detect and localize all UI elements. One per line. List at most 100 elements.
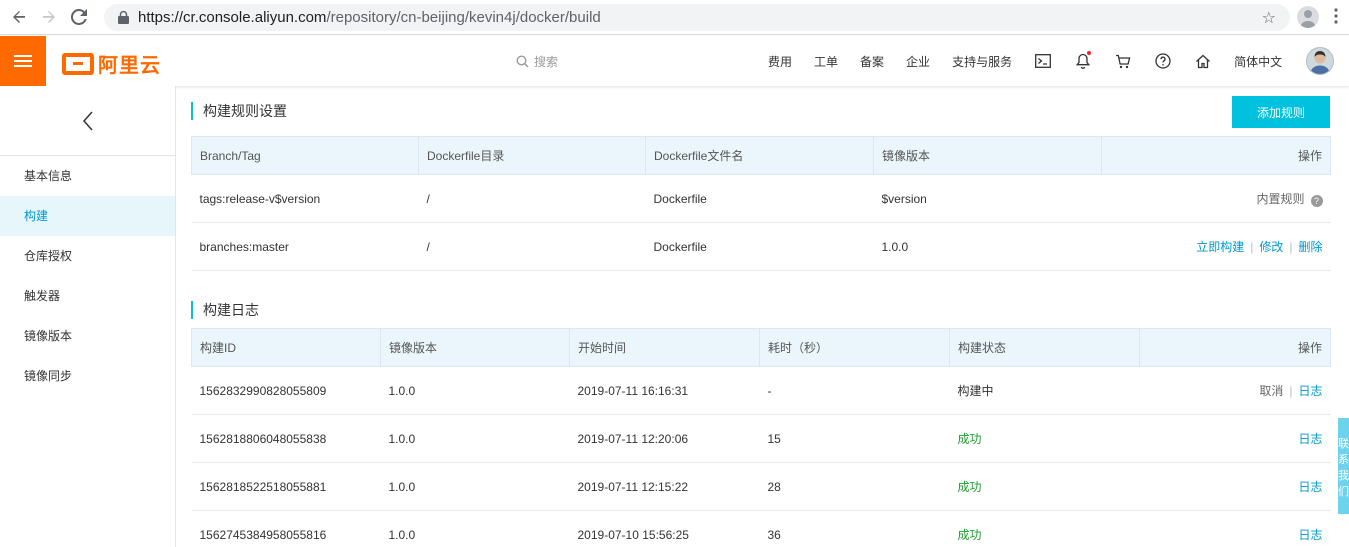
cell-build-id: 1562818806048055838 (191, 414, 381, 463)
chevron-left-icon (82, 111, 93, 130)
cell-duration: 15 (759, 414, 950, 463)
notification-dot (1087, 51, 1092, 55)
search-icon (516, 55, 529, 68)
nav-billing[interactable]: 费用 (768, 53, 792, 70)
nav-icp[interactable]: 备案 (860, 53, 884, 70)
log-link[interactable]: 日志 (1298, 528, 1322, 542)
cell-branch: tags:release-v$version (191, 174, 419, 223)
cell-version: 1.0.0 (873, 222, 1102, 271)
back-arrow-icon[interactable] (4, 2, 34, 32)
aliyun-logo[interactable]: 阿里云 (62, 49, 161, 78)
sidebar-item-authorization[interactable]: 仓库授权 (0, 236, 175, 276)
cell-actions: 取消 | 日志 (1139, 366, 1331, 415)
sidebar-item-basic-info[interactable]: 基本信息 (0, 156, 175, 196)
cell-duration: 28 (759, 462, 950, 511)
cart-icon[interactable] (1114, 52, 1132, 70)
cell-actions: 日志 (1139, 414, 1331, 463)
delete-link[interactable]: 删除 (1298, 240, 1322, 254)
terminal-icon[interactable] (1034, 52, 1052, 70)
cell-actions: 日志 (1139, 510, 1331, 547)
column-header: 镜像版本 (380, 328, 570, 367)
cell-version: 1.0.0 (380, 510, 570, 547)
nav-tickets[interactable]: 工单 (814, 53, 838, 70)
reload-icon[interactable] (64, 2, 94, 32)
home-icon[interactable] (1194, 52, 1212, 70)
cell-version: 1.0.0 (380, 366, 570, 415)
build-log-title: 构建日志 (191, 301, 259, 319)
browser-menu-icon[interactable] (1333, 8, 1339, 24)
cell-version: $version (873, 174, 1102, 223)
sidebar: 基本信息 构建 仓库授权 触发器 镜像版本 镜像同步 (0, 86, 176, 547)
cell-branch: branches:master (191, 222, 419, 271)
console-header: 阿里云 搜索 费用 工单 备案 企业 支持与服务 简体中文 (0, 36, 1349, 86)
cell-status: 构建中 (949, 366, 1140, 415)
log-link[interactable]: 日志 (1298, 384, 1322, 398)
column-header: 开始时间 (569, 328, 760, 367)
cell-dir: / (418, 174, 646, 223)
table-header-row: 构建ID 镜像版本 开始时间 耗时（秒） 构建状态 操作 (191, 328, 1331, 367)
url-text: https://cr.console.aliyun.com/repository… (138, 9, 601, 26)
contact-us-tab[interactable]: 联系我们 (1338, 418, 1349, 514)
column-header: 耗时（秒） (759, 328, 950, 367)
build-rules-title: 构建规则设置 (191, 102, 287, 120)
cancel-link[interactable]: 取消 (1259, 384, 1283, 398)
forward-arrow-icon[interactable] (34, 2, 64, 32)
table-row: tags:release-v$version / Dockerfile $ver… (191, 174, 1331, 223)
cell-build-id: 1562818522518055881 (191, 462, 381, 511)
table-row: 1562745384958055816 1.0.0 2019-07-10 15:… (191, 510, 1331, 547)
nav-support[interactable]: 支持与服务 (952, 53, 1012, 70)
help-icon[interactable]: ? (1310, 195, 1323, 207)
header-nav: 费用 工单 备案 企业 支持与服务 简体中文 (768, 36, 1335, 86)
column-header: 镜像版本 (873, 136, 1102, 175)
log-link[interactable]: 日志 (1298, 432, 1322, 446)
cell-duration: 36 (759, 510, 950, 547)
cell-start-time: 2019-07-10 15:56:25 (569, 510, 760, 547)
help-icon[interactable] (1154, 52, 1172, 70)
build-log-table: 构建ID 镜像版本 开始时间 耗时（秒） 构建状态 操作 15628329908… (191, 328, 1331, 547)
cell-build-id: 1562745384958055816 (191, 510, 381, 547)
search-input[interactable]: 搜索 (516, 53, 558, 70)
cell-file: Dockerfile (645, 174, 874, 223)
log-link[interactable]: 日志 (1298, 480, 1322, 494)
build-now-link[interactable]: 立即构建 (1196, 240, 1244, 254)
search-placeholder: 搜索 (534, 55, 559, 69)
column-header: Dockerfile目录 (418, 136, 646, 175)
cell-actions: 日志 (1139, 462, 1331, 511)
sidebar-item-image-versions[interactable]: 镜像版本 (0, 316, 175, 356)
cell-status: 成功 (949, 462, 1140, 511)
column-header: Branch/Tag (191, 136, 419, 175)
browser-profile-icon[interactable] (1297, 6, 1319, 28)
cell-start-time: 2019-07-11 12:20:06 (569, 414, 760, 463)
bookmark-star-icon[interactable]: ☆ (1262, 8, 1276, 28)
address-bar[interactable]: https://cr.console.aliyun.com/repository… (104, 4, 1290, 31)
aliyun-logo-icon (62, 52, 94, 75)
sidebar-item-triggers[interactable]: 触发器 (0, 276, 175, 316)
bell-icon[interactable] (1074, 51, 1092, 70)
menu-icon[interactable] (0, 36, 46, 86)
avatar[interactable] (1306, 47, 1335, 75)
cell-version: 1.0.0 (380, 462, 570, 511)
cell-status: 成功 (949, 414, 1140, 463)
browser-toolbar: https://cr.console.aliyun.com/repository… (0, 0, 1349, 35)
sidebar-item-image-sync[interactable]: 镜像同步 (0, 356, 175, 396)
column-header: 构建ID (191, 328, 381, 367)
nav-enterprise[interactable]: 企业 (906, 53, 930, 70)
builtin-rule-label: 内置规则 (1256, 192, 1305, 206)
table-row: 1562818522518055881 1.0.0 2019-07-11 12:… (191, 462, 1331, 511)
cell-version: 1.0.0 (380, 414, 570, 463)
column-header: 操作 (1139, 328, 1331, 367)
edit-link[interactable]: 修改 (1259, 240, 1283, 254)
cell-duration: - (759, 366, 950, 415)
table-header-row: Branch/Tag Dockerfile目录 Dockerfile文件名 镜像… (191, 136, 1331, 175)
cell-actions: 立即构建 | 修改 | 删除 (1101, 222, 1331, 271)
column-header: Dockerfile文件名 (645, 136, 874, 175)
back-button[interactable] (0, 86, 175, 156)
cell-build-id: 1562832990828055809 (191, 366, 381, 415)
add-rule-button[interactable]: 添加规则 (1232, 96, 1330, 128)
sidebar-item-build[interactable]: 构建 (0, 196, 175, 236)
table-row: 1562832990828055809 1.0.0 2019-07-11 16:… (191, 366, 1331, 415)
language-switch[interactable]: 简体中文 (1234, 53, 1282, 70)
sidebar-menu: 基本信息 构建 仓库授权 触发器 镜像版本 镜像同步 (0, 156, 175, 396)
cell-dir: / (418, 222, 646, 271)
main-content: 构建规则设置 添加规则 Branch/Tag Dockerfile目录 Dock… (177, 86, 1349, 547)
